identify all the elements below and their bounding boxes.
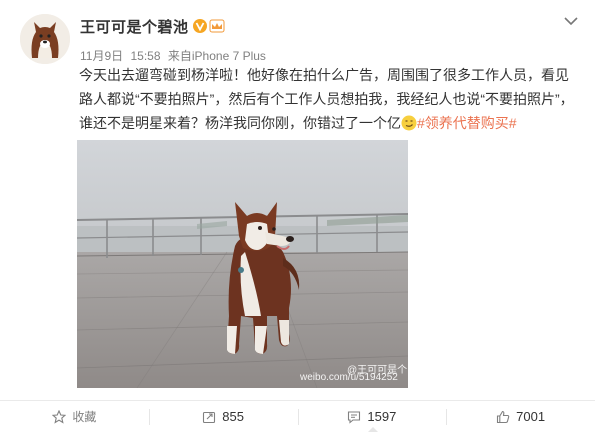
like-button[interactable]: 7001 (446, 401, 595, 432)
photo-watermark-url: weibo.com/u/5194252 (300, 372, 398, 383)
repost-count: 855 (222, 409, 244, 424)
comment-count: 1597 (367, 409, 397, 424)
thumbs-up-icon (497, 410, 510, 423)
post-text-segment: 谁还不是明星来着？杨洋我同你刚，你错过了一个亿 (79, 115, 401, 131)
repost-icon (203, 411, 216, 423)
post-time[interactable]: 15:58 (130, 49, 160, 63)
post-text: 今天出去遛弯碰到杨洋啦！他好像在拍什么广告，周围围了很多工作人员，看见 路人都说… (79, 63, 589, 135)
smirk-emoji-icon (401, 115, 417, 131)
post-text-line: 路人都说“不要拍照片”，然后有个工作人员想拍我，我经纪人也说“不要拍照片”， (79, 91, 574, 107)
post-date[interactable]: 11月9日 (80, 49, 123, 63)
favorite-label: 收藏 (72, 410, 97, 424)
post-text-line: 谁还不是明星来着？杨洋我同你刚，你错过了一个亿 #领养代替购买# (79, 111, 589, 135)
user-name-row: 王可可是个碧池 (80, 15, 225, 37)
weibo-post: 王可可是个碧池 11月9日 15:58 来自iPhone 7 Plus 今天出去… (0, 0, 595, 432)
favorite-button[interactable]: 收藏 (0, 401, 149, 432)
username[interactable]: 王可可是个碧池 (80, 16, 189, 37)
comment-pointer (368, 427, 378, 432)
v-badge-icon[interactable] (192, 19, 207, 33)
post-text-line: 今天出去遛弯碰到杨洋啦！他好像在拍什么广告，周围围了很多工作人员，看见 (79, 67, 569, 83)
crown-icon[interactable] (209, 19, 225, 33)
comment-icon (348, 410, 361, 424)
avatar-dog-image (20, 14, 70, 64)
star-icon (52, 409, 67, 424)
dog-photo-image (77, 140, 408, 388)
action-bar: 收藏 855 1597 7001 (0, 401, 595, 432)
post-meta: 11月9日 15:58 来自iPhone 7 Plus (80, 47, 270, 64)
avatar[interactable] (20, 14, 70, 64)
post-source[interactable]: iPhone 7 Plus (192, 49, 266, 63)
like-count: 7001 (516, 409, 546, 424)
repost-button[interactable]: 855 (148, 401, 298, 432)
dog-photo[interactable] (77, 140, 408, 388)
hashtag-link[interactable]: #领养代替购买# (417, 115, 517, 131)
chevron-down-icon[interactable] (562, 12, 580, 30)
source-prefix: 来自 (167, 49, 192, 63)
